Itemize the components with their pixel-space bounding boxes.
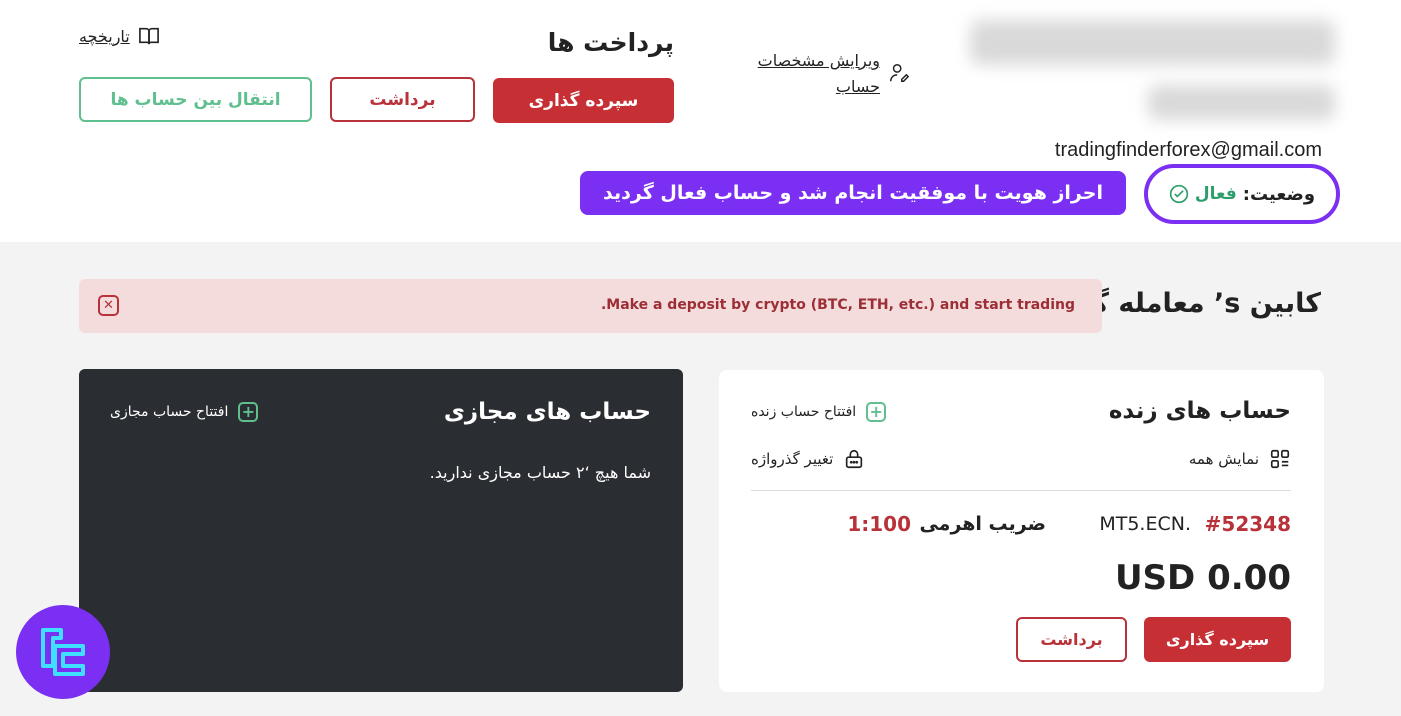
plus-icon: + (866, 402, 887, 422)
account-balance: USD 0.00 (1114, 558, 1291, 598)
cabin-title: کابین s’ معامله گر (1076, 288, 1321, 319)
open-demo-account-label: افتتاح حساب مجازی (110, 404, 229, 420)
account-type: MT5.ECN. (1099, 513, 1191, 535)
brand-logo (16, 605, 110, 699)
deposit-alert: .Make a deposit by crypto (BTC, ETH, etc… (79, 279, 1102, 333)
demo-empty-message: شما هیچ ‘۲ حساب مجازی ندارید. (429, 463, 651, 482)
deposit-button[interactable]: سپرده گذاری (493, 78, 674, 123)
history-link[interactable]: تاریخچه (79, 26, 160, 46)
withdraw-button[interactable]: برداشت (330, 77, 475, 122)
account-withdraw-button[interactable]: برداشت (1016, 617, 1127, 662)
edit-profile-link[interactable]: ویرایش مشخصات حساب (720, 48, 910, 100)
status-label: وضعیت: (1242, 183, 1316, 205)
blurred-user-id (1148, 85, 1335, 120)
open-live-account-link[interactable]: + افتتاح حساب زنده (751, 402, 887, 422)
edit-profile-label: ویرایش مشخصات حساب (757, 51, 880, 96)
live-accounts-card: حساب های زنده + افتتاح حساب زنده نمایش ه… (719, 370, 1324, 692)
change-password-label: تغییر گذرواژه (751, 450, 834, 468)
account-deposit-button[interactable]: سپرده گذاری (1144, 617, 1291, 662)
leverage-value: 1:100 (847, 512, 911, 536)
history-label: تاریخچه (79, 26, 130, 46)
transfer-button[interactable]: انتقال بین حساب ها (79, 77, 312, 122)
verification-banner: احراز هویت با موفقیت انجام شد و حساب فعا… (580, 171, 1126, 215)
account-number: #52348 (1204, 512, 1291, 536)
open-demo-account-link[interactable]: + افتتاح حساب مجازی (110, 402, 259, 422)
header-section: ویرایش مشخصات حساب tradingfinderforex@gm… (0, 0, 1401, 242)
account-status: وضعیت: فعال (1144, 164, 1340, 224)
grid-icon (1270, 449, 1290, 469)
live-accounts-title: حساب های زنده (1108, 398, 1291, 424)
divider (751, 490, 1291, 491)
demo-accounts-card: حساب های مجازی + افتتاح حساب مجازی شما ه… (79, 369, 683, 692)
demo-accounts-title: حساب های مجازی (443, 399, 651, 425)
user-email: tradingfinderforex@gmail.com (1054, 139, 1322, 161)
plus-icon: + (238, 402, 259, 422)
change-password-link[interactable]: تغییر گذرواژه (751, 448, 865, 470)
lock-icon (846, 449, 863, 469)
leverage-label: ضریب اهرمی (919, 513, 1046, 535)
check-circle-icon (1169, 184, 1189, 204)
payments-title: پرداخت ها (547, 28, 674, 57)
show-all-label: نمایش همه (1188, 450, 1259, 468)
user-edit-icon (890, 64, 910, 82)
blurred-user-name (970, 20, 1335, 65)
logo-mark-icon (41, 628, 85, 676)
book-icon (138, 27, 159, 45)
show-all-link[interactable]: نمایش همه (1189, 448, 1291, 470)
alert-message: .Make a deposit by crypto (BTC, ETH, etc… (600, 297, 1075, 313)
close-icon[interactable]: ✕ (98, 295, 119, 316)
status-value: فعال (1194, 184, 1237, 204)
open-live-account-label: افتتاح حساب زنده (751, 404, 857, 420)
